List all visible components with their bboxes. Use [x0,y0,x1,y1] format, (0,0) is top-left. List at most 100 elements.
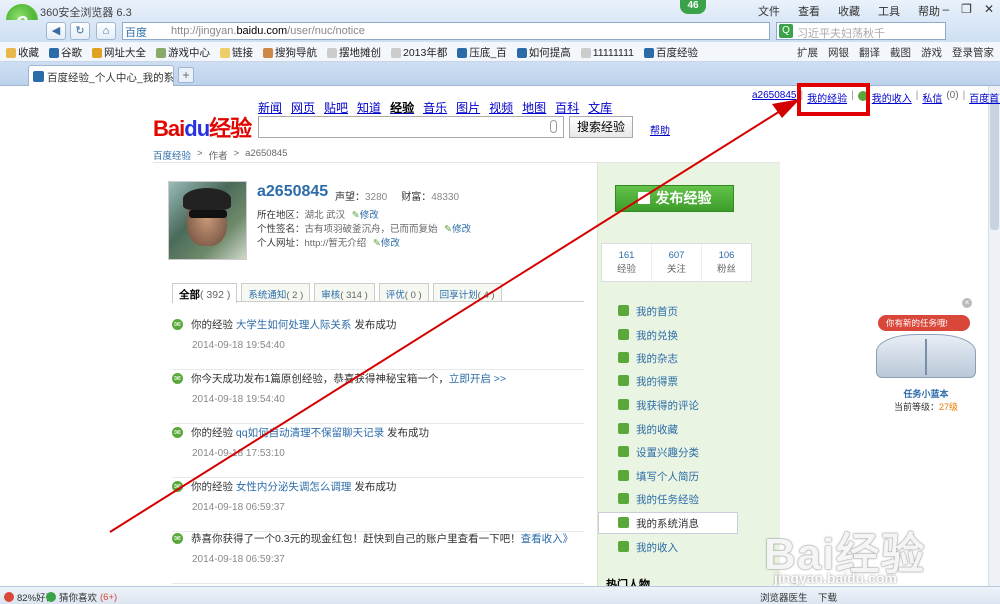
screenshot-button[interactable]: 截图 [890,45,911,60]
nav-tieba[interactable]: 贴吧 [324,99,348,116]
messages-link[interactable]: 私信 [922,90,942,105]
help-link[interactable]: 帮助 [650,122,670,137]
restore-icon[interactable]: ❐ [961,2,972,16]
sidebar-item-home[interactable]: 我的首页 [618,304,678,319]
task-bubble[interactable]: 你有新的任务哦! [878,315,970,331]
refresh-icon[interactable]: ↻ [70,22,90,40]
microphone-icon[interactable] [550,120,557,133]
tab-system-notice[interactable]: 系统通知( 2 ) [241,283,311,301]
tab-all[interactable]: 全部( 392 ) [172,283,238,303]
minimize-icon[interactable]: – [942,2,949,16]
count-following[interactable]: 607 关注 [652,244,702,281]
count-experience[interactable]: 161 经验 [602,244,652,281]
sidebar-item-magazine[interactable]: 我的杂志 [618,351,678,366]
sidebar-item-favorites[interactable]: 我的收藏 [618,422,678,437]
baidu-home-link[interactable]: 百度首页 [969,90,1000,105]
bank-button[interactable]: 网银 [828,45,849,60]
edit-website-button[interactable]: ✎修改 [373,238,400,249]
profile-username[interactable]: a2650845 [257,183,328,201]
fav-item[interactable]: 摆地摊创 [327,45,381,60]
count-fans[interactable]: 106 粉丝 [702,244,751,281]
fav-item[interactable]: 如何提高 [516,45,571,60]
username-link[interactable]: a2650845 [752,90,797,105]
feed-link[interactable]: 大学生如何处理人际关系 [236,319,352,331]
nav-news[interactable]: 新闻 [258,99,282,116]
back-icon[interactable]: ◀ [46,22,66,40]
nav-map[interactable]: 地图 [522,99,546,116]
nav-zhidao[interactable]: 知道 [357,99,381,116]
close-icon[interactable]: × [962,298,972,308]
avatar[interactable] [168,181,247,260]
browser-doctor[interactable]: 浏览器医生 [760,590,808,604]
login-manager-button[interactable]: 登录管家 [952,45,994,60]
my-income-link[interactable]: 我的收入 [872,90,912,105]
nav-jingyan[interactable]: 经验 [390,99,414,116]
fav-item[interactable]: 游戏中心 [156,45,210,60]
feed-link[interactable]: 女性内分泌失调怎么调理 [236,481,352,493]
baidu-logo[interactable]: Baidu经验 [153,111,252,143]
scrollbar-thumb[interactable] [990,100,999,230]
fav-item[interactable]: 链接 [220,45,253,60]
search-button[interactable]: 搜索经验 [569,116,633,138]
menu-tools[interactable]: 工具 [878,3,900,19]
menu-view[interactable]: 查看 [798,3,820,19]
fav-item[interactable]: 11111111 [580,45,634,60]
fav-item[interactable]: 2013年都 [391,45,447,60]
search-engine-selector[interactable]: 百度 [125,24,147,40]
sidebar-item-votes[interactable]: 我的得票 [618,374,678,389]
notify-badge[interactable]: 46 [680,0,706,14]
fav-item[interactable]: 收藏 [6,45,39,60]
translate-button[interactable]: 翻译 [859,45,880,60]
close-icon[interactable]: ✕ [984,2,994,16]
new-tab-button[interactable]: + [178,67,194,83]
messages-count: (0) [946,90,959,101]
tab-rating[interactable]: 评优( 0 ) [378,283,429,301]
feed-link[interactable]: 查看收入》 [521,533,574,545]
tab-review[interactable]: 审核( 314 ) [314,283,375,301]
fav-item[interactable]: 谷歌 [49,45,82,60]
breadcrumb-home[interactable]: 百度经验 [153,148,191,162]
menu-file[interactable]: 文件 [758,3,780,19]
browser-tab[interactable]: 百度经验_个人中心_我的系统消... × [28,65,174,86]
recommend-status[interactable]: 猜你喜欢 (6+) [46,590,117,604]
nav-images[interactable]: 图片 [456,99,480,116]
nav-web[interactable]: 网页 [291,99,315,116]
nav-video[interactable]: 视频 [489,99,513,116]
menu-help[interactable]: 帮助 [918,3,940,19]
url-text[interactable]: http://jingyan.baidu.com/user/nuc/notice [171,25,365,37]
sidebar-item-resume[interactable]: 填写个人简历 [618,469,699,484]
games-button[interactable]: 游戏 [921,45,942,60]
sidebar-item-income[interactable]: 我的收入 [618,540,678,555]
nav-music[interactable]: 音乐 [423,99,447,116]
sidebar-item-tasks[interactable]: 我的任务经验 [618,492,699,507]
publish-button[interactable]: 发布经验 [615,185,734,212]
task-title[interactable]: 任务小蓝本 [868,387,984,400]
sidebar-item-comments[interactable]: 我获得的评论 [618,398,699,413]
sidebar-item-interests[interactable]: 设置兴趣分类 [618,445,699,460]
search-input[interactable]: Q 习近平夫妇荡秋千 [776,22,946,40]
fav-item[interactable]: 压底_百 [457,45,507,60]
menu-favorites[interactable]: 收藏 [838,3,860,19]
home-icon[interactable]: ⌂ [96,22,116,40]
tab-share-plan[interactable]: 回享计划( 4 ) [432,283,502,301]
nav-wenku[interactable]: 文库 [588,99,612,116]
scrollbar[interactable] [988,86,1000,586]
tab-close-icon[interactable]: × [164,69,170,81]
sidebar-item-system-messages[interactable]: 我的系统消息 [618,516,699,531]
task-widget[interactable]: × 你有新的任务哦! 任务小蓝本 当前等级：27级 [868,298,984,414]
status-bar: 82%好评 猜你喜欢 (6+) 浏览器医生 下载 [0,586,1000,604]
window-controls: – ❐ ✕ [942,2,994,16]
edit-signature-button[interactable]: ✎修改 [444,224,471,235]
feed-link[interactable]: 立即开启 >> [449,373,506,385]
feed-link[interactable]: qq如何自动清理不保留聊天记录 [236,427,384,439]
edit-location-button[interactable]: ✎修改 [352,210,379,221]
fav-item[interactable]: 搜狗导航 [263,45,317,60]
nav-baike[interactable]: 百科 [555,99,579,116]
download-status[interactable]: 下载 [818,590,837,604]
address-bar[interactable]: 百度 http://jingyan.baidu.com/user/nuc/not… [122,22,770,40]
sidebar-item-exchange[interactable]: 我的兑换 [618,328,678,343]
ext-button[interactable]: 扩展 [797,45,818,60]
fav-item[interactable]: 网址大全 [92,45,146,60]
baidu-search-input[interactable] [258,116,564,138]
fav-item[interactable]: 百度经验 [643,45,698,60]
